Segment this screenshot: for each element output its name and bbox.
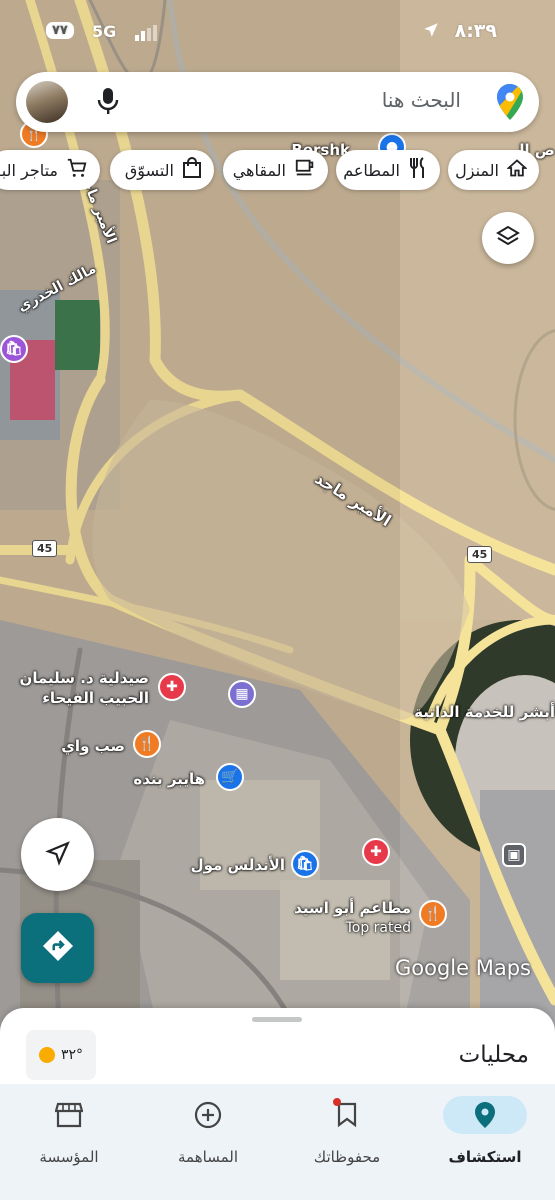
cafe-icon [294, 157, 316, 183]
notification-dot [333, 1098, 341, 1106]
chip-cafes[interactable]: المقاهي [223, 150, 328, 190]
google-maps-attribution: Google Maps [395, 956, 531, 980]
chip-label-cafes: المقاهي [232, 160, 286, 180]
directions-button[interactable] [21, 913, 94, 983]
shopping-pin-andalus-mall[interactable]: 🛍 [291, 850, 319, 878]
layers-icon [496, 224, 520, 252]
network-type: 5G [92, 22, 117, 41]
place-label-abu-aseed[interactable]: مطاعم أبو اسيد [294, 898, 411, 918]
chip-label-home: المنزل [455, 160, 499, 180]
nav-business[interactable]: المؤسسة [14, 1094, 124, 1184]
restaurant-pin-abu-aseed[interactable]: 🍴 [419, 900, 447, 928]
nav-label-saved: محفوظاتك [313, 1148, 381, 1166]
pharmacy-pin[interactable]: ✚ [158, 673, 186, 701]
bus-stop-pin[interactable]: ▣ [502, 843, 526, 867]
sheet-title: محليات [458, 1042, 529, 1068]
nav-saved[interactable]: محفوظاتك [292, 1094, 402, 1184]
place-label-absher[interactable]: أبشر للخدمة الذاتية [414, 702, 555, 722]
status-time: ٨:٣٩ [454, 20, 497, 42]
sun-icon [38, 1047, 55, 1063]
place-label-abu-aseed-tag: Top rated [345, 920, 411, 936]
bookmark-icon [292, 1098, 402, 1132]
chip-shopping[interactable]: التسوّق [110, 150, 214, 190]
restaurant-pin-subway[interactable]: 🍴 [133, 730, 161, 758]
user-avatar[interactable] [26, 81, 68, 123]
chip-grocery[interactable]: متاجر البق [0, 150, 100, 190]
status-bar: ٨:٣٩ ٧٧ 5G [0, 0, 555, 62]
location-arrow-icon [422, 21, 440, 44]
add-circle-icon [153, 1098, 263, 1132]
nav-label-contribute: المساهمة [178, 1148, 238, 1166]
nav-label-business: المؤسسة [39, 1148, 99, 1166]
place-label-subway[interactable]: صب واي [61, 736, 125, 756]
bottom-sheet[interactable]: ٣٢° محليات [0, 1008, 555, 1090]
highway-shield-45-right: 45 [467, 546, 493, 563]
pharmacy-pin-2[interactable]: ✚ [362, 838, 390, 866]
highway-shield-45-left: 45 [32, 540, 58, 557]
chip-home[interactable]: المنزل [448, 150, 539, 190]
place-label-andalus-mall[interactable]: الأندلس مول [191, 855, 285, 875]
search-bar[interactable]: البحث هنا [16, 72, 539, 132]
signal-icon [135, 24, 157, 46]
chip-restaurants[interactable]: المطاعم [336, 150, 440, 190]
location-pin-icon [443, 1096, 527, 1134]
chip-label-grocery: متاجر البق [0, 160, 58, 180]
nav-explore[interactable]: استكشاف [430, 1094, 540, 1184]
museum-pin[interactable]: ▦ [228, 680, 256, 708]
shopping-bag-icon [182, 157, 202, 183]
cart-icon [66, 157, 88, 183]
battery-indicator: ٧٧ [46, 22, 74, 39]
chip-label-restaurants: المطاعم [343, 160, 400, 180]
shopping-pin-left[interactable]: 🛍 [0, 335, 28, 363]
nav-label-explore: استكشاف [448, 1148, 522, 1166]
navigation-arrow-icon [44, 840, 71, 870]
place-label-pharmacy[interactable]: صيدلية د. سليمان الحبيب الفيحاء [20, 668, 149, 708]
chip-label-shopping: التسوّق [124, 160, 174, 180]
nav-contribute[interactable]: المساهمة [153, 1094, 263, 1184]
temperature: ٣٢° [60, 1047, 84, 1063]
bottom-navigation: استكشاف محفوظاتك المساهمة المؤسسة [0, 1084, 555, 1200]
layers-button[interactable] [482, 212, 534, 264]
my-location-button[interactable] [21, 818, 94, 891]
mic-icon[interactable] [96, 86, 120, 120]
storefront-icon [14, 1098, 124, 1132]
google-maps-pin-icon [497, 84, 523, 124]
place-label-hyperpanda[interactable]: هايبر بنده [133, 769, 205, 789]
sheet-drag-handle[interactable] [252, 1017, 302, 1022]
search-input[interactable]: البحث هنا [382, 88, 461, 112]
restaurant-icon [408, 157, 428, 183]
directions-icon [41, 929, 75, 967]
weather-chip[interactable]: ٣٢° [26, 1030, 96, 1080]
home-icon [506, 158, 528, 182]
shopping-pin-hyperpanda[interactable]: 🛒 [216, 763, 244, 791]
